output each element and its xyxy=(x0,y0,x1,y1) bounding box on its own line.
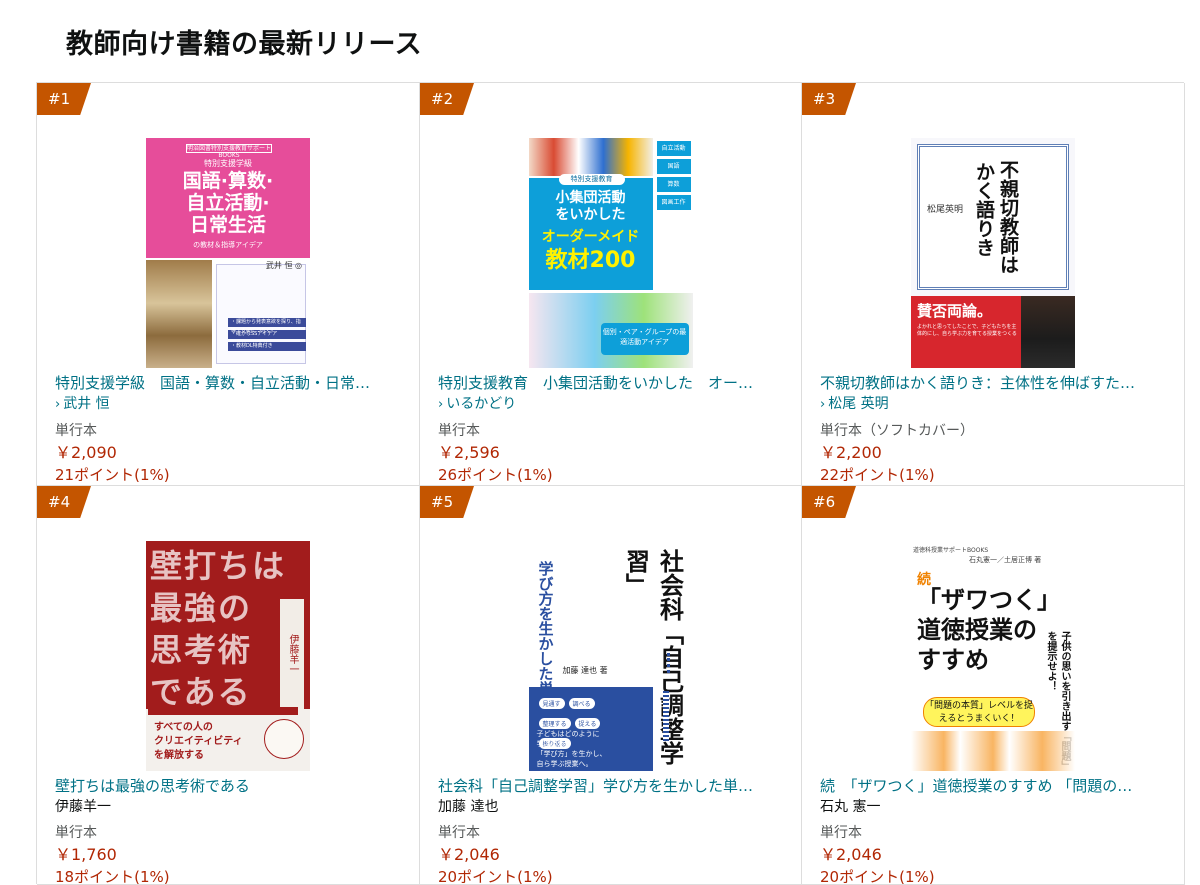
cover-author: 加藤 達也 著 xyxy=(562,666,608,675)
book-title-link[interactable]: 社会科「自己調整学習」学び方を生かした単… xyxy=(438,776,791,796)
cover-subjects: 自立活動 国語 算数 図画工作 xyxy=(655,138,693,213)
book-format: 単行本 xyxy=(55,825,97,841)
book-price: ￥2,200 xyxy=(820,443,882,462)
cover-author: 伊藤羊一 xyxy=(280,599,304,709)
book-points: 22ポイント(1%) xyxy=(820,466,935,484)
book-card: #3 不親切教師は かく語りき 松尾英明 賛否両論。 よかれと思ってしたことで、… xyxy=(802,83,1185,486)
book-points: 20ポイント(1%) xyxy=(820,868,935,885)
cover-tagline: すべての人の クリエイティビティ を解放する xyxy=(154,722,243,761)
chevron-right-icon: › xyxy=(438,397,444,412)
book-format: 単行本 xyxy=(438,423,480,439)
cover-author: 松尾英明 xyxy=(927,205,964,215)
book-cover-image[interactable]: 不親切教師は かく語りき 松尾英明 賛否両論。 よかれと思ってしたことで、子ども… xyxy=(911,138,1075,368)
author-link[interactable]: › 武井 恒 xyxy=(55,393,409,416)
rank-label: #4 xyxy=(48,493,71,511)
cover-title: 壁打ちは 最強の 思考術 である xyxy=(150,547,287,711)
cover-series: 特別支援教育 xyxy=(558,174,625,185)
rank-label: #3 xyxy=(813,90,836,108)
cover-red-sub: よかれと思ってしたことで、子どもたちを主体的にし、自ら学ぶ力を育てる授業をつくる xyxy=(917,324,1017,337)
cover-author-photo xyxy=(1021,296,1075,368)
book-points: 21ポイント(1%) xyxy=(55,466,170,484)
author-name: 伊藤羊一 xyxy=(55,799,111,815)
author-name: 石丸 憲一 xyxy=(820,799,881,815)
book-cover-image[interactable]: 特別支援教育 小集団活動 をいかした オーダーメイド 教材200 自立活動 国語… xyxy=(528,138,693,368)
author-link[interactable]: › いるかどり xyxy=(438,393,791,416)
rank-label: #1 xyxy=(48,90,71,108)
book-cover-image[interactable]: 壁打ちは 最強の 思考術 である 伊藤羊一 すべての人の クリエイティビティ を… xyxy=(146,541,310,771)
cover-author: 石丸憲一／土居正博 著 xyxy=(969,556,1042,564)
book-title-link[interactable]: 特別支援学級 国語・算数・自立活動・日常… xyxy=(55,373,409,393)
book-card: #1 明治図書特別支援教育サポートBOOKS 特別支援学級 国語·算数· 自立活… xyxy=(37,83,420,486)
cover-title: 不親切教師は xyxy=(997,160,1019,274)
book-format: 単行本 xyxy=(438,825,480,841)
cover-title-3: 教材200 xyxy=(545,248,636,273)
book-title-link[interactable]: 不親切教師はかく語りき：主体性を伸ばすた… xyxy=(820,373,1174,393)
book-price: ￥1,760 xyxy=(55,845,117,864)
book-price: ￥2,596 xyxy=(438,443,500,462)
cover-tail: の教材＆指導アイデア xyxy=(193,241,263,249)
rank-label: #2 xyxy=(431,90,454,108)
rank-badge: #1 xyxy=(37,83,91,115)
book-card: #5 学び方を生かした単元デザイン 社会科「自己調整学習」 加藤 達也 著 見通… xyxy=(420,486,802,885)
book-cover-image[interactable]: 学び方を生かした単元デザイン 社会科「自己調整学習」 加藤 達也 著 見通す 調べ… xyxy=(528,541,693,771)
cover-series: 道徳科授業サポートBOOKS xyxy=(913,547,989,554)
cover-title: 「ザワつく」 道徳授業の すすめ xyxy=(917,586,1061,674)
chevron-right-icon: › xyxy=(55,397,61,412)
cover-title: 小集団活動 をいかした xyxy=(555,190,626,223)
cover-seal xyxy=(264,719,304,759)
rank-label: #5 xyxy=(431,493,454,511)
book-title-link[interactable]: 特別支援教育 小集団活動をいかした オー… xyxy=(438,373,791,393)
book-card: #4 壁打ちは 最強の 思考術 である 伊藤羊一 すべての人の クリエイティビテ… xyxy=(37,486,420,885)
cover-illustration xyxy=(911,731,1075,771)
cover-red-title: 賛否両論。 xyxy=(917,302,993,320)
rank-badge: #5 xyxy=(420,486,474,518)
rank-badge: #4 xyxy=(37,486,91,518)
cover-blurb: 子どもはどのように 学ぶのか。 「学び方」を生かし、 自ら学ぶ授業へ。 xyxy=(536,730,607,768)
book-grid: #1 明治図書特別支援教育サポートBOOKS 特別支援学級 国語·算数· 自立活… xyxy=(36,82,1185,885)
book-price: ￥2,046 xyxy=(820,845,882,864)
book-card: #6 道徳科授業サポートBOOKS 石丸憲一／土居正博 著 続 「ザワつく」 道… xyxy=(802,486,1185,885)
cover-photo xyxy=(528,138,653,176)
book-card: #2 特別支援教育 小集団活動 をいかした オーダーメイド 教材200 自立活動… xyxy=(420,83,802,486)
cover-band: 個別・ペア・グループの最適活動アイデア xyxy=(600,323,689,355)
author-link[interactable]: › 松尾 英明 xyxy=(820,393,1174,416)
book-points: 20ポイント(1%) xyxy=(438,868,553,885)
cover-callout: 「問題の本質」レベルを捉えるとうまくいく！ xyxy=(923,697,1035,727)
rank-badge: #3 xyxy=(802,83,856,115)
cover-author: 武井 恒 ◎ xyxy=(265,261,302,270)
book-cover-image[interactable]: 明治図書特別支援教育サポートBOOKS 特別支援学級 国語·算数· 自立活動· … xyxy=(146,138,310,368)
book-format: 単行本（ソフトカバー） xyxy=(820,423,974,439)
book-points: 26ポイント(1%) xyxy=(438,466,553,484)
book-title-link[interactable]: 壁打ちは最強の思考術である xyxy=(55,776,409,796)
chevron-right-icon: › xyxy=(820,397,826,412)
cover-series: 明治図書特別支援教育サポートBOOKS xyxy=(186,144,272,159)
book-price: ￥2,090 xyxy=(55,443,117,462)
rank-label: #6 xyxy=(813,493,836,511)
cover-photo xyxy=(146,260,212,368)
cover-subtitle: 特別支援学級 xyxy=(204,159,252,168)
book-title-link[interactable]: 続 「ザワつく」道徳授業のすすめ 「問題の… xyxy=(820,776,1174,796)
book-cover-image[interactable]: 道徳科授業サポートBOOKS 石丸憲一／土居正博 著 続 「ザワつく」 道徳授業… xyxy=(911,541,1075,771)
book-format: 単行本 xyxy=(55,423,97,439)
book-points: 18ポイント(1%) xyxy=(55,868,170,885)
rank-badge: #6 xyxy=(802,486,856,518)
rank-badge: #2 xyxy=(420,83,474,115)
page-title: 教師向け書籍の最新リリース xyxy=(66,29,423,60)
book-price: ￥2,046 xyxy=(438,845,500,864)
cover-title-2: かく語りき xyxy=(973,162,995,257)
book-format: 単行本 xyxy=(820,825,862,841)
cover-title: 国語·算数· 自立活動· 日常生活 xyxy=(182,170,274,236)
author-name: 加藤 達也 xyxy=(438,799,499,815)
